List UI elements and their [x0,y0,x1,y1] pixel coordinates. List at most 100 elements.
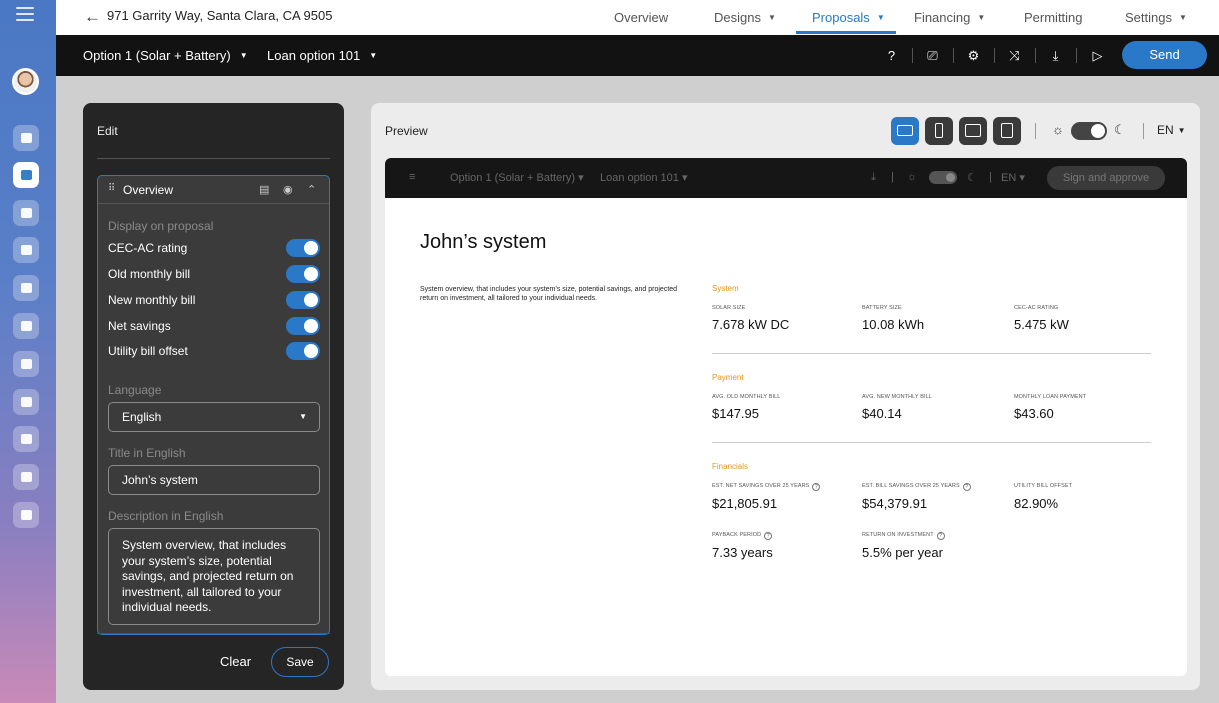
nav-permitting[interactable]: Permitting [1024,10,1083,25]
toggle-row-net-savings: Net savings [108,317,320,335]
info-icon: ? [764,532,773,540]
overview-section: ⠿ Overview ▤ ◉ ⌃ Display on proposal CEC… [97,175,330,635]
top-bar: ← 971 Garrity Way, Santa Clara, CA 9505 … [56,0,1219,35]
description-label: Description in English [108,509,224,523]
edit-panel: Edit ⠿ Overview ▤ ◉ ⌃ Display on proposa… [83,103,344,690]
proposal-title: John’s system [420,231,547,253]
bill-savings-value: $54,379.91 [862,496,928,511]
toggle-label: Old monthly bill [108,267,191,281]
help-icon[interactable] [13,464,39,490]
drag-handle-icon[interactable]: ⠿ [108,183,115,194]
divider: | [891,171,894,183]
menu-icon[interactable] [16,7,34,23]
projects-icon[interactable] [13,162,39,188]
title-input[interactable]: John’s system [108,465,320,495]
language-select[interactable]: EN ▼ [1157,123,1186,137]
battery-size-label: Battery size [862,305,902,311]
send-button[interactable]: Send [1122,41,1207,69]
chevron-down-icon: ▼ [1177,126,1186,135]
chevron-down-icon: ▼ [876,13,885,22]
logout-icon[interactable] [13,502,39,528]
theme-toggle[interactable] [1071,122,1107,140]
toggle-label: Net savings [108,319,171,333]
display-on-proposal-label: Display on proposal [108,219,214,233]
toggle-label: New monthly bill [108,293,196,307]
overview-section-title: Overview [123,183,174,197]
info-icon: ? [812,483,821,491]
play-icon[interactable]: ▷ [1089,47,1106,64]
settings-icon[interactable] [13,237,39,263]
tablet-view-icon[interactable] [959,117,987,145]
new-bill-value: $40.14 [862,406,902,421]
net-savings-value: $21,805.91 [712,496,778,511]
info-icon: ? [962,483,971,491]
clear-button[interactable]: Clear [220,654,251,669]
cec-rating-label: CEC-AC rating [1014,305,1059,311]
mobile-view-icon[interactable] [925,117,953,145]
download-icon[interactable]: ⤓ [1047,47,1064,64]
toggle-switch[interactable] [286,291,320,309]
description-textarea[interactable]: System overview, that includes your syst… [108,528,320,625]
cec-rating-value: 5.475 kW [1014,317,1069,332]
nav-overview[interactable]: Overview [614,10,668,25]
language-select[interactable]: English ▼ [108,402,320,432]
chevron-down-icon: ▼ [1178,13,1187,22]
analytics-icon[interactable] [13,200,39,226]
settings-icon[interactable]: ⚙ [965,47,982,64]
save-button[interactable]: Save [271,647,329,677]
divider [1035,123,1036,139]
proposal-toolbar: Option 1 (Solar + Battery) ▼ Loan option … [56,35,1219,76]
document-icon[interactable]: ▤ [259,183,269,196]
preview-toolbar: ≡ Option 1 (Solar + Battery) ▾ Loan opti… [385,158,1187,198]
nav-proposals[interactable]: Proposals ▼ [812,10,885,25]
divider [994,48,995,63]
divider [1143,123,1144,139]
toggle-label: Utility bill offset [108,344,188,358]
nav-financing[interactable]: Financing ▼ [914,10,985,25]
desktop-view-icon[interactable] [891,117,919,145]
pdf-view-icon[interactable] [993,117,1021,145]
preview-language: EN ▾ [1001,172,1025,184]
loan-select[interactable]: Loan option 101 ▼ [267,48,377,63]
preview-option-select: Option 1 (Solar + Battery) ▾ [450,172,584,184]
battery-size-value: 10.08 kWh [862,317,925,332]
avatar[interactable] [12,68,39,95]
divider [1076,48,1077,63]
toggle-switch[interactable] [286,239,320,257]
nav-designs[interactable]: Designs ▼ [714,10,776,25]
option-select[interactable]: Option 1 (Solar + Battery) ▼ [83,48,248,63]
moon-icon: ☾ [967,172,977,184]
presentation-icon[interactable]: ⎚ [924,47,941,64]
sun-icon: ☼ [907,171,918,183]
eye-icon[interactable]: ◉ [283,183,293,196]
language-value: English [122,410,162,424]
document-icon[interactable] [13,351,39,377]
financials-section-label: Financials [712,462,749,471]
solar-size-value: 7.678 kW DC [712,317,790,332]
compare-icon[interactable]: ⤨ [1006,47,1023,64]
payback-period-label: Payback period? [712,532,773,540]
toggle-switch[interactable] [286,317,320,335]
theme-toggle [929,171,957,184]
dashboard-icon[interactable] [13,125,39,151]
sidebar [0,0,56,703]
toggle-switch[interactable] [286,265,320,283]
help-icon[interactable]: ? [883,47,900,64]
toggle-switch[interactable] [286,342,320,360]
divider [712,353,1151,354]
loan-payment-value: $43.60 [1014,406,1054,421]
edit-panel-title: Edit [97,124,118,138]
calendar-icon[interactable] [13,389,39,415]
back-arrow-icon[interactable]: ← [84,7,101,27]
divider [97,633,330,634]
file-icon[interactable] [13,426,39,452]
solar-size-label: Solar size [712,305,746,311]
billing-icon[interactable] [13,313,39,339]
nav-settings[interactable]: Settings ▼ [1125,10,1187,25]
divider [912,48,913,63]
old-bill-value: $147.95 [712,406,759,421]
roi-value: 5.5% per year [862,545,943,560]
team-icon[interactable] [13,275,39,301]
loan-payment-label: Monthly loan payment [1014,394,1087,400]
chevron-up-icon[interactable]: ⌃ [307,183,316,196]
